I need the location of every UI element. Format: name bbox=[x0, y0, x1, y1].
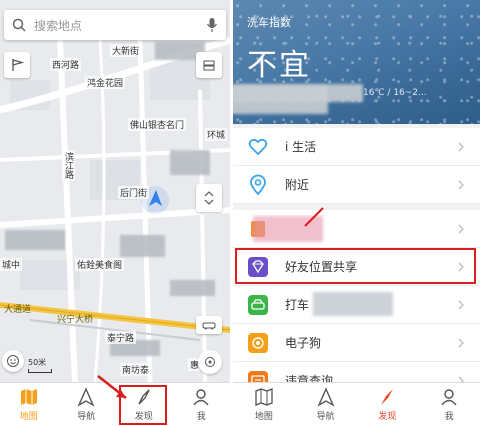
discover-screen: 洗车指数 不宜 16℃ / 16~2... i 生活 附近 好友位置共享 打车 … bbox=[233, 0, 480, 426]
tab-label: 我 bbox=[444, 412, 454, 422]
navigation-icon bbox=[77, 387, 95, 407]
heart-icon bbox=[243, 132, 273, 162]
chevron-down-icon bbox=[204, 199, 214, 205]
layers-button[interactable] bbox=[196, 52, 222, 78]
screenshot-root: 大新街 西河路 鸿金花园 佛山银杏名门 环城 滨江路 后门街 城中 佑銓美食阁 … bbox=[0, 0, 480, 426]
map-icon bbox=[255, 388, 273, 406]
user-icon bbox=[193, 389, 209, 406]
highlight-box bbox=[119, 385, 167, 425]
traffic-button[interactable] bbox=[196, 316, 222, 334]
list-item-obscured[interactable] bbox=[233, 210, 480, 248]
map-label: 后门街 bbox=[118, 186, 150, 199]
list-item-nearby[interactable]: 附近 bbox=[233, 166, 480, 204]
user-icon bbox=[441, 389, 457, 406]
flag-button[interactable] bbox=[4, 52, 30, 78]
map-screen: 大新街 西河路 鸿金花园 佛山银杏名门 环城 滨江路 后门街 城中 佑銓美食阁 … bbox=[0, 0, 230, 426]
bottom-tab-bar: 地图 导航 发现 我 bbox=[233, 382, 480, 426]
list-item-life[interactable]: i 生活 bbox=[233, 128, 480, 166]
location-pin-icon bbox=[243, 170, 273, 200]
map-label: 城中 bbox=[0, 258, 23, 271]
blur-patch bbox=[120, 235, 165, 257]
tab-label: 地图 bbox=[19, 412, 38, 422]
chevron-right-icon bbox=[458, 300, 464, 309]
tab-label: 发现 bbox=[378, 412, 397, 422]
bottom-tab-bar: 地图 导航 发现 我 bbox=[0, 382, 230, 426]
map-label: 大通道 bbox=[4, 305, 32, 315]
tab-label: 地图 bbox=[254, 412, 273, 422]
annotation-slash bbox=[304, 207, 324, 227]
microphone-icon[interactable] bbox=[206, 17, 218, 33]
chevron-up-icon bbox=[204, 191, 214, 197]
blur-patch bbox=[233, 86, 328, 114]
card-subtitle: 洗车指数 bbox=[247, 16, 291, 29]
tab-me[interactable]: 我 bbox=[418, 383, 480, 426]
smile-button[interactable] bbox=[2, 350, 24, 372]
search-icon bbox=[12, 18, 26, 32]
chevron-right-icon bbox=[458, 338, 464, 347]
map-label: 环城 bbox=[205, 128, 228, 141]
search-placeholder[interactable]: 搜索地点 bbox=[34, 17, 206, 34]
tab-navigation[interactable]: 导航 bbox=[58, 383, 116, 426]
map-canvas[interactable]: 大新街 西河路 鸿金花园 佛山银杏名门 环城 滨江路 后门街 城中 佑銓美食阁 … bbox=[0, 0, 230, 382]
tab-navigation[interactable]: 导航 bbox=[295, 383, 357, 426]
list-item-label: i 生活 bbox=[285, 140, 317, 154]
tab-label: 导航 bbox=[77, 412, 96, 422]
chevron-right-icon bbox=[458, 142, 464, 151]
tab-label: 导航 bbox=[316, 412, 335, 422]
chevron-right-icon bbox=[458, 224, 464, 233]
map-label: 滨江路 bbox=[62, 150, 75, 181]
tab-me[interactable]: 我 bbox=[173, 383, 231, 426]
list-item-electronic-dog[interactable]: 电子狗 bbox=[233, 324, 480, 362]
map-label: 佛山银杏名门 bbox=[128, 118, 187, 131]
list-item-friend-location[interactable]: 好友位置共享 bbox=[233, 248, 480, 286]
weather-text: 16℃ / 16~2... bbox=[363, 88, 427, 98]
map-scale: 50米 bbox=[28, 357, 52, 373]
blur-patch bbox=[170, 280, 215, 296]
list-item-label: 附近 bbox=[285, 178, 310, 192]
map-label: 泰宁路 bbox=[105, 331, 137, 344]
list-item-taxi[interactable]: 打车 bbox=[233, 286, 480, 324]
list-item-label: 电子狗 bbox=[285, 336, 322, 350]
face-icon bbox=[7, 355, 19, 367]
car-icon bbox=[243, 290, 273, 320]
chevron-right-icon bbox=[458, 180, 464, 189]
flag-icon bbox=[12, 59, 24, 71]
navigation-icon bbox=[317, 387, 335, 407]
map-icon bbox=[20, 389, 37, 405]
map-label: 鸿金花园 bbox=[85, 76, 126, 89]
locate-button[interactable] bbox=[198, 350, 222, 374]
blur-patch bbox=[5, 230, 65, 250]
tab-label: 我 bbox=[196, 412, 206, 422]
search-bar[interactable]: 搜索地点 bbox=[4, 10, 226, 40]
locate-icon bbox=[205, 357, 215, 367]
blur-patch bbox=[170, 150, 210, 175]
camera-eye-icon bbox=[243, 328, 273, 358]
map-label: 佑銓美食阁 bbox=[75, 258, 125, 271]
layers-icon bbox=[203, 60, 215, 71]
blur-patch bbox=[313, 292, 393, 316]
tab-discover[interactable]: 发现 bbox=[115, 383, 173, 426]
scale-text: 50米 bbox=[28, 358, 47, 367]
tilt-control[interactable] bbox=[196, 184, 222, 212]
map-label: 南坊泰 bbox=[120, 363, 152, 376]
scale-bar bbox=[28, 369, 52, 373]
map-label: 大新街 bbox=[110, 44, 142, 57]
tab-discover[interactable]: 发现 bbox=[357, 383, 419, 426]
discover-list: i 生活 附近 好友位置共享 打车 电子狗 违章查询 bbox=[233, 128, 480, 400]
highlight-box bbox=[235, 248, 476, 284]
card-status: 不宜 bbox=[247, 48, 311, 83]
tab-map[interactable]: 地图 bbox=[233, 383, 295, 426]
map-label: 西河路 bbox=[50, 58, 82, 71]
map-label: 兴宁大桥 bbox=[57, 315, 94, 325]
compass-icon bbox=[381, 389, 394, 405]
car-icon bbox=[202, 322, 216, 330]
tab-map[interactable]: 地图 bbox=[0, 383, 58, 426]
